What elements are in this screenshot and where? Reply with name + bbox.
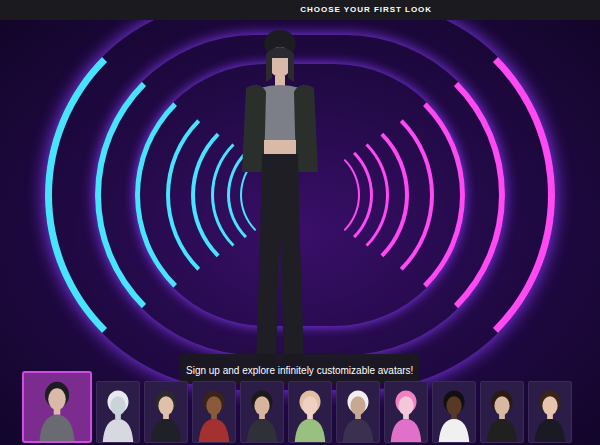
avatar-portrait-icon [193, 382, 235, 442]
avatar-thumbnail[interactable] [528, 381, 572, 443]
avatar-figure-icon [220, 22, 340, 382]
tooltip-text: Sign up and explore infinitely customiza… [186, 365, 413, 376]
avatar-thumbnail[interactable] [336, 381, 380, 443]
avatar-thumbnail[interactable] [144, 381, 188, 443]
avatar-thumbnail[interactable] [432, 381, 476, 443]
avatar-portrait-icon [481, 382, 523, 442]
avatar-thumbnail[interactable] [96, 381, 140, 443]
avatar-portrait-icon [337, 382, 379, 442]
avatar-portrait-icon [433, 382, 475, 442]
avatar-thumbnail[interactable] [288, 381, 332, 443]
scene: Sign up and explore infinitely customiza… [0, 20, 600, 445]
avatar-portrait-icon [145, 382, 187, 442]
avatar-portrait-icon [529, 382, 571, 442]
avatar-thumbnail[interactable] [22, 371, 92, 443]
avatar-portrait-icon [97, 382, 139, 442]
signup-tooltip: Sign up and explore infinitely customiza… [180, 354, 419, 384]
avatar-thumbnail[interactable] [192, 381, 236, 443]
avatar-thumbnail[interactable] [480, 381, 524, 443]
avatar-portrait-icon [241, 382, 283, 442]
avatar-portrait-icon [385, 382, 427, 442]
header-bar: CHOOSE YOUR FIRST LOOK [0, 0, 600, 20]
avatar-thumbnail[interactable] [384, 381, 428, 443]
avatar-portrait-icon [24, 373, 90, 441]
page-title: CHOOSE YOUR FIRST LOOK [300, 4, 432, 16]
avatar-portrait-icon [289, 382, 331, 442]
avatar-thumbnail[interactable] [240, 381, 284, 443]
avatar-strip [22, 371, 572, 443]
